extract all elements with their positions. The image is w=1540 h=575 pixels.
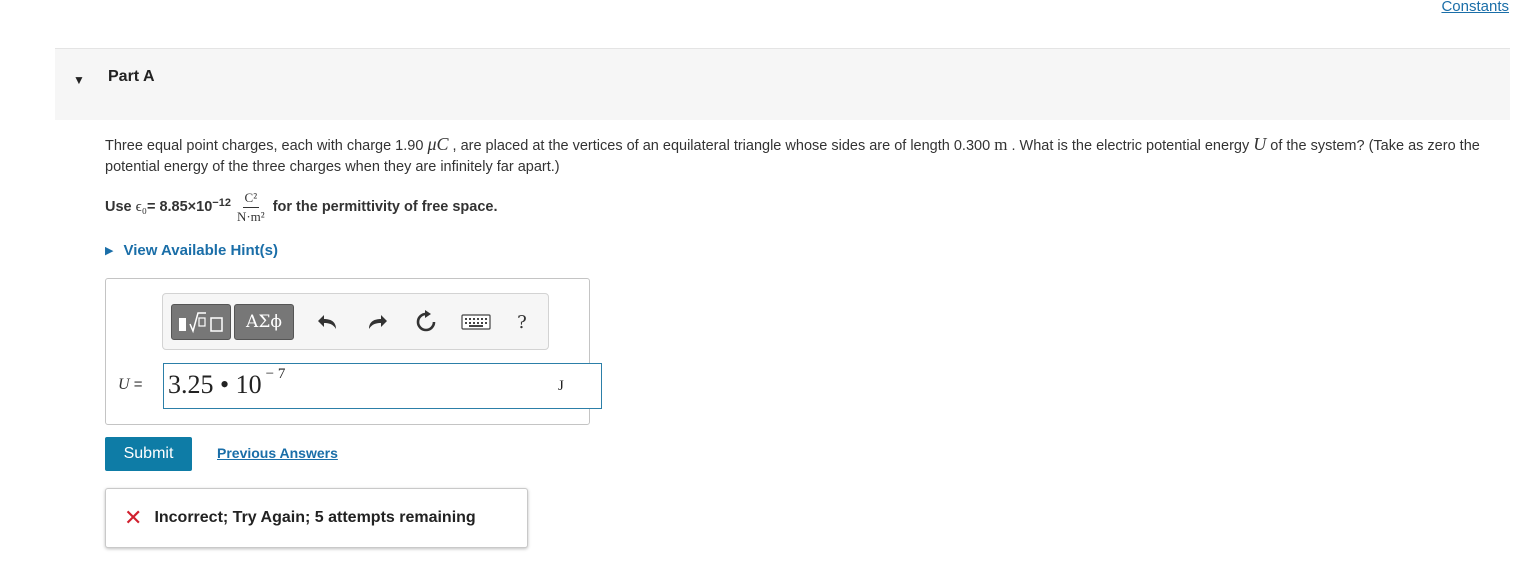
permittivity-exponent: −12: [212, 197, 231, 209]
greek-symbols-button[interactable]: ΑΣϕ: [234, 304, 294, 340]
length-unit: m: [994, 135, 1008, 154]
reset-button[interactable]: [411, 308, 441, 336]
redo-button[interactable]: [362, 309, 392, 335]
permittivity-statement: Use ϵ₀ = 8.85×10 −12 C² N·m² for the perm…: [105, 189, 498, 224]
keyboard-icon: [461, 314, 491, 330]
answer-box: ΑΣϕ ? U = 3.25 • 10 − 7 J: [105, 278, 602, 425]
incorrect-x-icon: ✕: [124, 505, 143, 530]
math-toolbar: ΑΣϕ ?: [162, 293, 549, 350]
constants-link[interactable]: Constants: [1441, 0, 1509, 15]
feedback-box: ✕ Incorrect; Try Again; 5 attempts remai…: [105, 488, 528, 548]
collapse-triangle-icon[interactable]: ▼: [73, 73, 85, 87]
templates-button[interactable]: [171, 304, 231, 340]
permittivity-unit-fraction: C² N·m²: [236, 189, 265, 224]
energy-symbol: U: [1253, 134, 1267, 154]
problem-statement: Three equal point charges, each with cha…: [105, 134, 1480, 175]
undo-icon: [318, 315, 336, 329]
previous-answers-link[interactable]: Previous Answers: [217, 445, 338, 461]
undo-button[interactable]: [313, 309, 343, 335]
answer-exponent: − 7: [265, 366, 286, 382]
redo-icon: [369, 315, 387, 329]
help-button[interactable]: ?: [507, 308, 537, 336]
answer-input[interactable]: 3.25 • 10− 7: [163, 363, 602, 409]
submit-button[interactable]: Submit: [105, 437, 192, 471]
keyboard-button[interactable]: [459, 311, 493, 333]
part-title: Part A: [108, 68, 155, 85]
answer-label: U =: [118, 376, 143, 393]
answer-unit: J: [558, 378, 564, 394]
answer-value: 3.25 • 10− 7: [168, 366, 286, 399]
feedback-message: Incorrect; Try Again; 5 attempts remaini…: [154, 509, 476, 526]
charge-unit: μC: [427, 134, 449, 154]
part-header[interactable]: ▼ Part A: [55, 48, 1510, 120]
view-hints-label: View Available Hint(s): [123, 242, 278, 259]
templates-icon: [179, 312, 223, 334]
epsilon-symbol: ϵ₀: [135, 198, 147, 215]
view-hints-toggle[interactable]: ▶ View Available Hint(s): [105, 242, 278, 259]
reset-icon: [416, 310, 436, 332]
expand-triangle-icon: ▶: [105, 245, 114, 257]
